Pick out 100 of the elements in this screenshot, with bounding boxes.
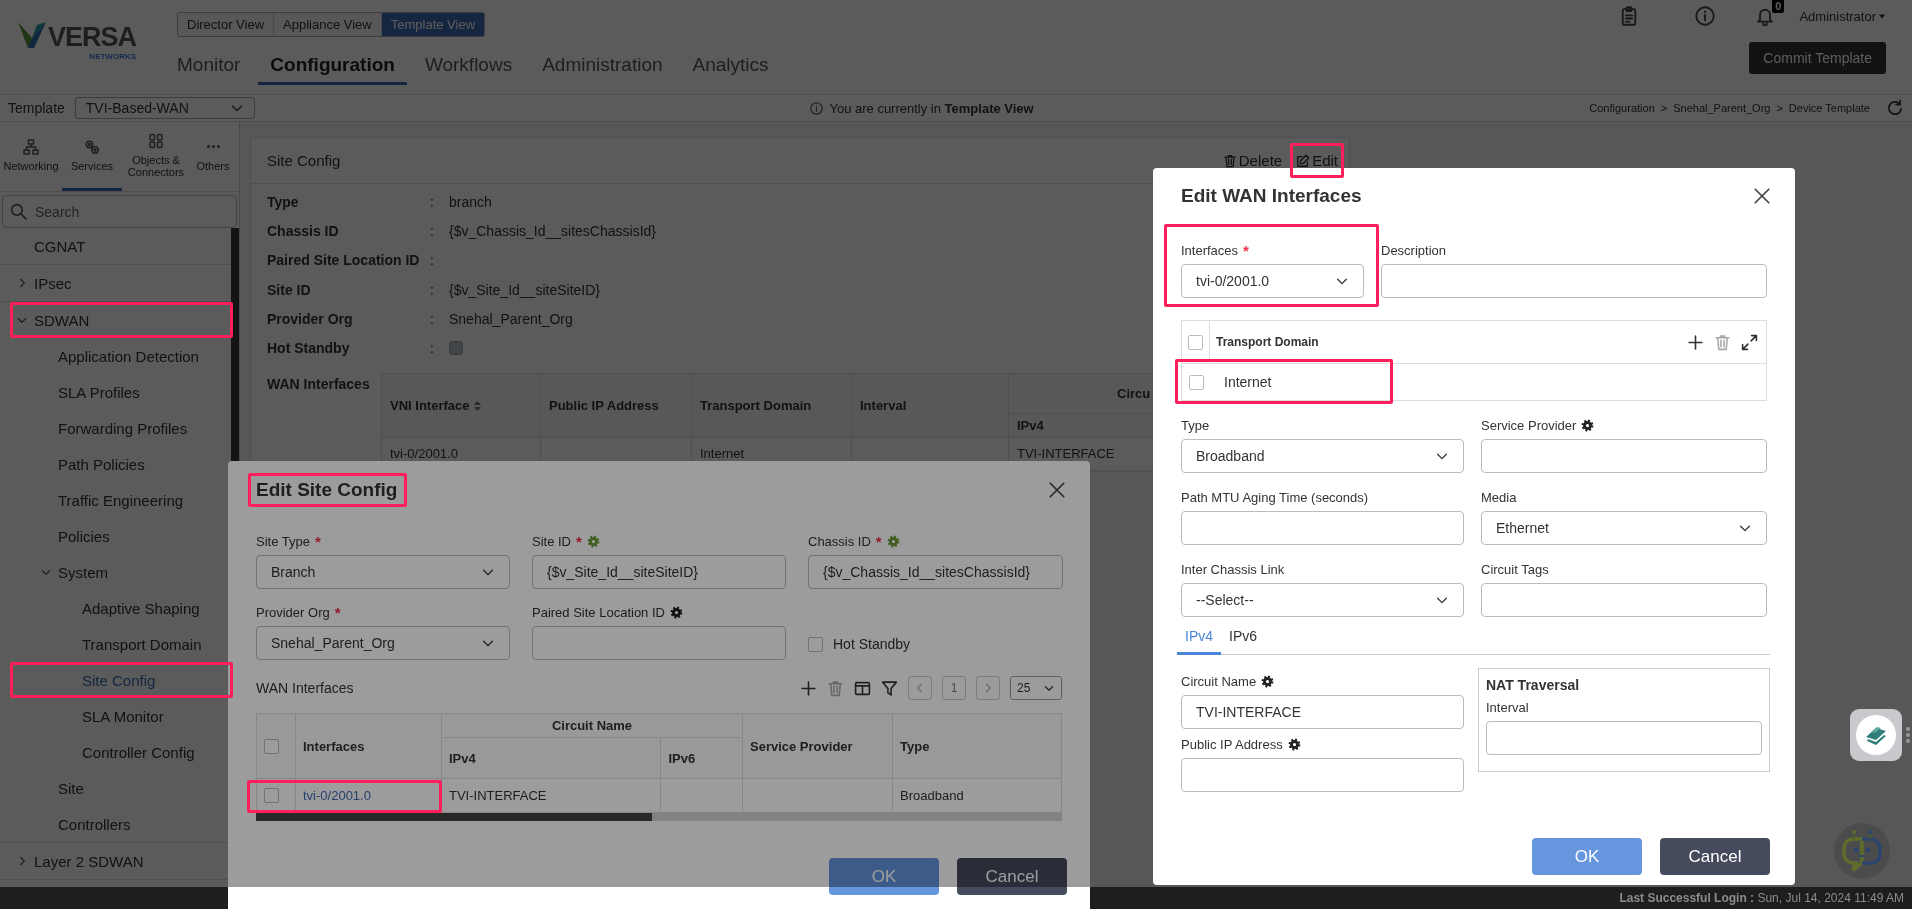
cancel-button[interactable]: Cancel [1660, 838, 1770, 875]
column-header: IPv4 [441, 737, 661, 779]
tree-item[interactable]: IPsec [10, 265, 231, 301]
nav-tab[interactable]: Administration [542, 49, 663, 85]
nav-tab[interactable]: Workflows [424, 49, 513, 85]
template-select[interactable]: TVI-Based-WAN [74, 97, 255, 119]
input-field[interactable] [1381, 264, 1767, 298]
sidebar-tab[interactable]: Services [62, 122, 122, 191]
help-button[interactable] [1850, 709, 1902, 761]
breadcrumb-link[interactable]: Configuration [1589, 102, 1655, 114]
trash-icon[interactable] [827, 679, 844, 697]
nav-tab[interactable]: Configuration [258, 49, 407, 85]
nav-tab[interactable]: Monitor [177, 49, 241, 85]
close-icon[interactable] [1753, 187, 1771, 205]
trash-icon [1222, 153, 1237, 168]
select-field[interactable]: Ethernet [1481, 511, 1767, 545]
tree-item[interactable]: Controller Config [10, 734, 231, 770]
action-link[interactable]: Delete [1219, 148, 1286, 173]
bell-icon[interactable] [1755, 6, 1776, 26]
column-header: Transport Domain [691, 373, 852, 438]
page-size-select[interactable]: 25 [1010, 676, 1062, 700]
field-value: {$v_Site_Id__siteSiteID} [449, 281, 600, 298]
select-field[interactable]: Broadband [1181, 439, 1464, 473]
column-header: Circuit Name [441, 713, 743, 738]
interface-link[interactable]: tvi-0/2001.0 [303, 788, 371, 803]
input-field[interactable]: TVI-INTERFACE [1181, 695, 1464, 729]
next-page-button[interactable] [976, 676, 1000, 700]
robot-icon[interactable] [1833, 822, 1891, 880]
ok-button[interactable]: OK [1532, 838, 1642, 875]
tree-item[interactable]: Forwarding Profiles [10, 410, 231, 446]
input-field[interactable] [532, 626, 786, 660]
select-field[interactable]: tvi-0/2001.0 [1181, 264, 1364, 298]
field-label: Public IP Address [1181, 736, 1283, 752]
select-field[interactable]: --Select-- [1181, 583, 1464, 617]
tree-item[interactable]: CGNAT [10, 228, 231, 264]
input-field[interactable] [1481, 583, 1767, 617]
tree-item[interactable]: Controllers [10, 806, 231, 842]
column-header: Interval [851, 373, 1009, 438]
columns-icon[interactable] [854, 679, 871, 697]
trash-icon[interactable] [1714, 333, 1731, 351]
breadcrumb-link[interactable]: Snehal_Parent_Org [1673, 102, 1771, 114]
expand-icon[interactable] [1741, 333, 1758, 351]
input-field[interactable] [1181, 511, 1464, 545]
tree-item[interactable]: Traffic Engineering [10, 482, 231, 518]
add-icon[interactable] [1687, 333, 1704, 351]
sidebar-tab[interactable]: Networking [0, 122, 62, 191]
action-link[interactable]: Edit [1293, 148, 1341, 173]
sidebar-tab[interactable]: Objects & Connectors [122, 122, 190, 191]
caret-icon [1878, 12, 1886, 20]
refresh-icon[interactable] [1886, 99, 1904, 117]
tree-item[interactable]: System [10, 554, 231, 590]
more-icon[interactable] [1905, 727, 1911, 743]
close-icon[interactable] [1048, 481, 1066, 499]
tree-item[interactable]: Adaptive Shaping [10, 590, 231, 626]
table-cell: TVI-INTERFACE [441, 778, 661, 813]
view-tab[interactable]: Director View [178, 13, 275, 36]
commit-button[interactable]: Commit Template [1749, 42, 1886, 74]
checkbox[interactable] [1189, 374, 1204, 390]
breadcrumb-link[interactable]: Device Template [1788, 102, 1870, 114]
checkbox[interactable] [1188, 334, 1203, 350]
input-field[interactable] [1181, 758, 1464, 792]
user-menu[interactable]: Administrator [1799, 8, 1886, 24]
input-field[interactable]: {$v_Chassis_Id__sitesChassisId} [808, 555, 1063, 589]
field-label: Type [1181, 417, 1210, 433]
tree-item[interactable]: Application Detection [10, 338, 231, 374]
input-field[interactable] [1481, 439, 1767, 473]
tree-item[interactable]: Layer 2 SDWAN [10, 843, 231, 879]
checkbox[interactable] [808, 636, 823, 652]
previous-page-button[interactable] [908, 676, 932, 700]
field-label: Circuit Name [1181, 673, 1257, 689]
tab[interactable]: IPv4 [1177, 628, 1221, 655]
tree-item[interactable]: SLA Monitor [10, 698, 231, 734]
tree-item[interactable]: Path Policies [10, 446, 231, 482]
info-icon[interactable] [1695, 6, 1716, 26]
tree-item[interactable]: Site [10, 770, 231, 806]
page-number[interactable]: 1 [942, 676, 966, 700]
logo-tagline: NETWORKS [89, 52, 137, 61]
nav-tab[interactable]: Analytics [692, 49, 769, 85]
required-mark: * [576, 532, 582, 550]
field-value: {$v_Chassis_Id__sitesChassisId} [449, 222, 656, 239]
field-value: branch [449, 193, 492, 210]
checkbox[interactable] [264, 788, 279, 803]
tree-item[interactable]: Transport Domain [10, 626, 231, 662]
ok-button[interactable]: OK [829, 858, 939, 895]
view-tab[interactable]: Appliance View [274, 13, 382, 36]
input-field[interactable]: {$v_Site_Id__siteSiteID} [532, 555, 786, 589]
tab[interactable]: IPv6 [1221, 628, 1266, 655]
column-header: Type [892, 713, 1062, 779]
select-field[interactable]: Branch [256, 555, 510, 589]
view-tab[interactable]: Template View [381, 13, 485, 36]
sidebar-tab[interactable]: Others [190, 122, 236, 191]
checkbox[interactable] [264, 738, 279, 754]
select-field[interactable]: Snehal_Parent_Org [256, 626, 510, 660]
tree-item[interactable]: SLA Profiles [10, 374, 231, 410]
filter-icon[interactable] [881, 679, 898, 697]
input-field[interactable] [1486, 721, 1762, 755]
tree-item[interactable]: SDWAN [10, 302, 231, 338]
tree-item[interactable]: Policies [10, 518, 231, 554]
add-icon[interactable] [800, 679, 817, 697]
cancel-button[interactable]: Cancel [957, 858, 1067, 895]
